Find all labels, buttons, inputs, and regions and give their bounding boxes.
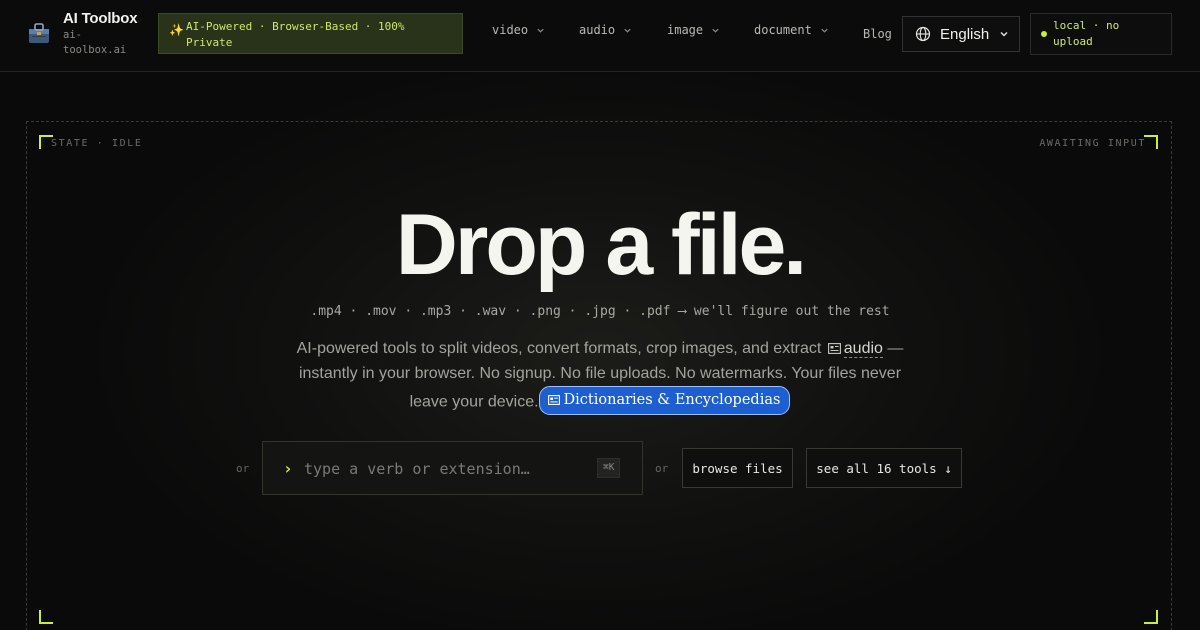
nav-label: audio bbox=[579, 23, 616, 37]
nav-label: document bbox=[754, 23, 812, 37]
category-pill[interactable]: Dictionaries & Encyclopedias bbox=[538, 386, 791, 415]
command-search-input[interactable] bbox=[304, 456, 544, 482]
supported-formats: .mp4 · .mov · .mp3 · .wav · .png · .jpg … bbox=[310, 304, 890, 319]
card-icon bbox=[547, 395, 560, 406]
nav-label: video bbox=[492, 23, 529, 37]
brand-domain: ai-toolbox.ai bbox=[63, 29, 127, 56]
nav-label: image bbox=[667, 23, 704, 37]
see-all-tools-button[interactable]: see all 16 tools ↓ bbox=[806, 448, 962, 488]
hero-description: AI-powered tools to split videos, conver… bbox=[280, 337, 920, 415]
nav-document-menu[interactable]: document bbox=[754, 23, 829, 37]
command-search-box[interactable]: › ⌘K bbox=[262, 441, 643, 495]
status-dot-icon bbox=[1041, 31, 1047, 37]
corner-marker-icon bbox=[39, 610, 53, 624]
chevron-down-icon bbox=[537, 28, 544, 33]
browse-files-button[interactable]: browse files bbox=[682, 448, 793, 488]
chevron-down-icon bbox=[821, 28, 828, 33]
keyboard-shortcut-hint: ⌘K bbox=[597, 458, 621, 478]
status-text: local · no upload bbox=[1053, 19, 1120, 48]
nav-image-menu[interactable]: image bbox=[667, 23, 720, 37]
chevron-down-icon bbox=[1000, 32, 1008, 37]
globe-icon bbox=[915, 26, 931, 42]
category-pill-label: Dictionaries & Encyclopedias bbox=[563, 392, 781, 408]
page-title: Drop a file. bbox=[395, 197, 807, 293]
chevron-down-icon bbox=[624, 28, 631, 33]
sparkles-icon: ✨ bbox=[169, 23, 184, 37]
brand-name[interactable]: AI Toolbox bbox=[63, 10, 138, 27]
audio-link[interactable]: audio bbox=[843, 340, 883, 358]
or-separator: or bbox=[655, 462, 669, 475]
language-selector[interactable]: English bbox=[902, 16, 1020, 52]
or-separator: or bbox=[236, 462, 250, 475]
state-label: STATE · IDLE bbox=[51, 138, 143, 149]
promo-badge: ✨ AI-Powered · Browser-Based · 100% Priv… bbox=[158, 13, 463, 54]
description-text: AI-powered tools to split videos, conver… bbox=[296, 340, 822, 357]
nav-blog-link[interactable]: Blog bbox=[863, 27, 892, 41]
privacy-status-badge: local · no upload bbox=[1030, 13, 1172, 55]
nav-audio-menu[interactable]: audio bbox=[579, 23, 632, 37]
corner-marker-icon bbox=[1144, 135, 1158, 149]
prompt-chevron-icon: › bbox=[283, 459, 293, 478]
chevron-down-icon bbox=[712, 28, 719, 33]
language-label: English bbox=[940, 25, 990, 43]
top-header: AI Toolbox ai-toolbox.ai ✨ AI-Powered · … bbox=[0, 0, 1200, 72]
awaiting-label: AWAITING INPUT bbox=[1039, 138, 1146, 149]
card-icon bbox=[827, 343, 841, 354]
nav-video-menu[interactable]: video bbox=[492, 23, 545, 37]
toolbox-logo-icon[interactable] bbox=[26, 20, 52, 46]
promo-text: AI-Powered · Browser-Based · 100% Privat… bbox=[186, 20, 405, 49]
corner-marker-icon bbox=[1144, 610, 1158, 624]
